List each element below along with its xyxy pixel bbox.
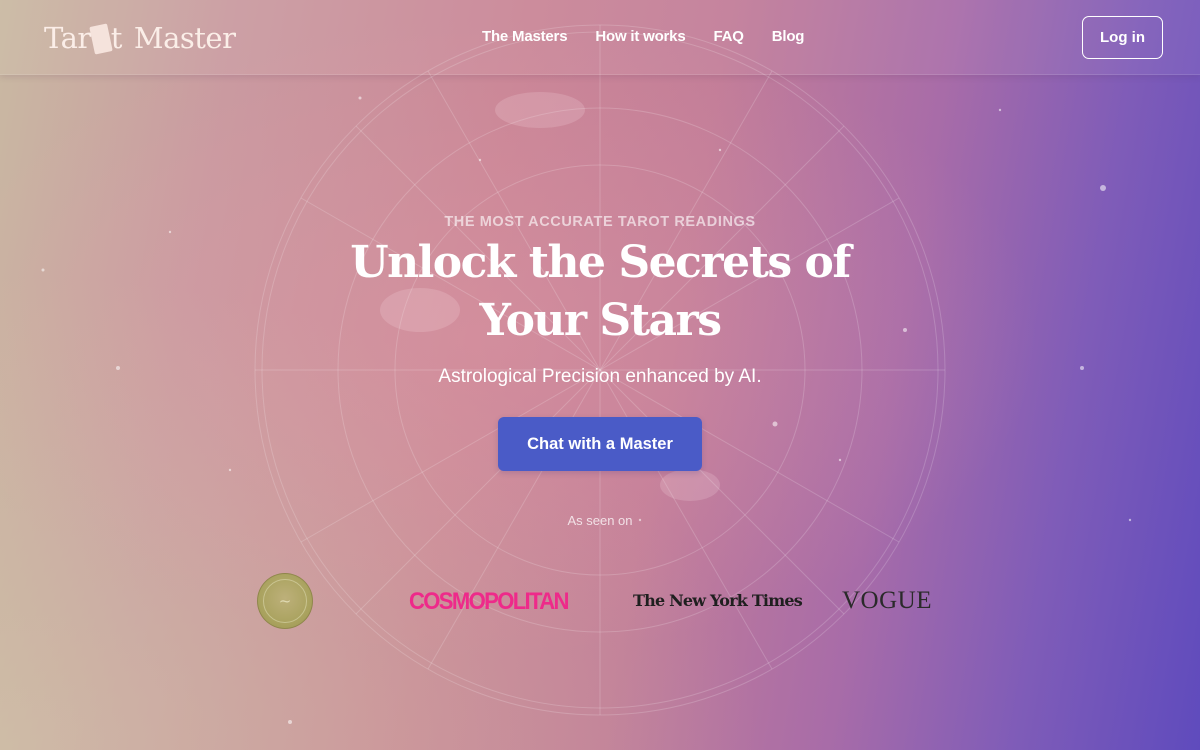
as-seen-on-label: As seen on: [567, 513, 633, 528]
chat-with-master-button[interactable]: Chat with a Master: [498, 417, 702, 471]
nav-link-faq[interactable]: FAQ: [713, 28, 743, 45]
logo-text-part3: Master: [133, 21, 236, 55]
vogue-logo: VOGUE: [842, 587, 932, 614]
nav-link-blog[interactable]: Blog: [772, 28, 805, 45]
navbar: Tar t Master The Masters How it works FA…: [0, 0, 1200, 75]
hero-eyebrow: THE MOST ACCURATE TAROT READINGS: [444, 214, 756, 230]
hero-headline: Unlock the Secrets of Your Stars: [0, 234, 1200, 350]
nav-link-the-masters[interactable]: The Masters: [482, 28, 568, 45]
nav-link-how-it-works[interactable]: How it works: [595, 28, 685, 45]
nyt-logo: The New York Times: [633, 591, 803, 610]
tarot-card-icon: [89, 23, 113, 55]
main-nav: The Masters How it works FAQ Blog: [482, 28, 804, 45]
login-button[interactable]: Log in: [1082, 16, 1163, 59]
cosmopolitan-logo: COSMOPOLITAN: [409, 588, 569, 615]
hero-headline-line1: Unlock the Secrets of: [350, 237, 851, 288]
badge-logo: ~: [257, 573, 313, 629]
logo-text-part1: Tar: [44, 21, 91, 55]
brand-logo[interactable]: Tar t Master: [44, 18, 236, 58]
hero-subtitle: Astrological Precision enhanced by AI.: [438, 366, 762, 387]
badge-logo-emblem: ~: [263, 579, 307, 623]
hero-headline-line2: Your Stars: [479, 295, 723, 346]
